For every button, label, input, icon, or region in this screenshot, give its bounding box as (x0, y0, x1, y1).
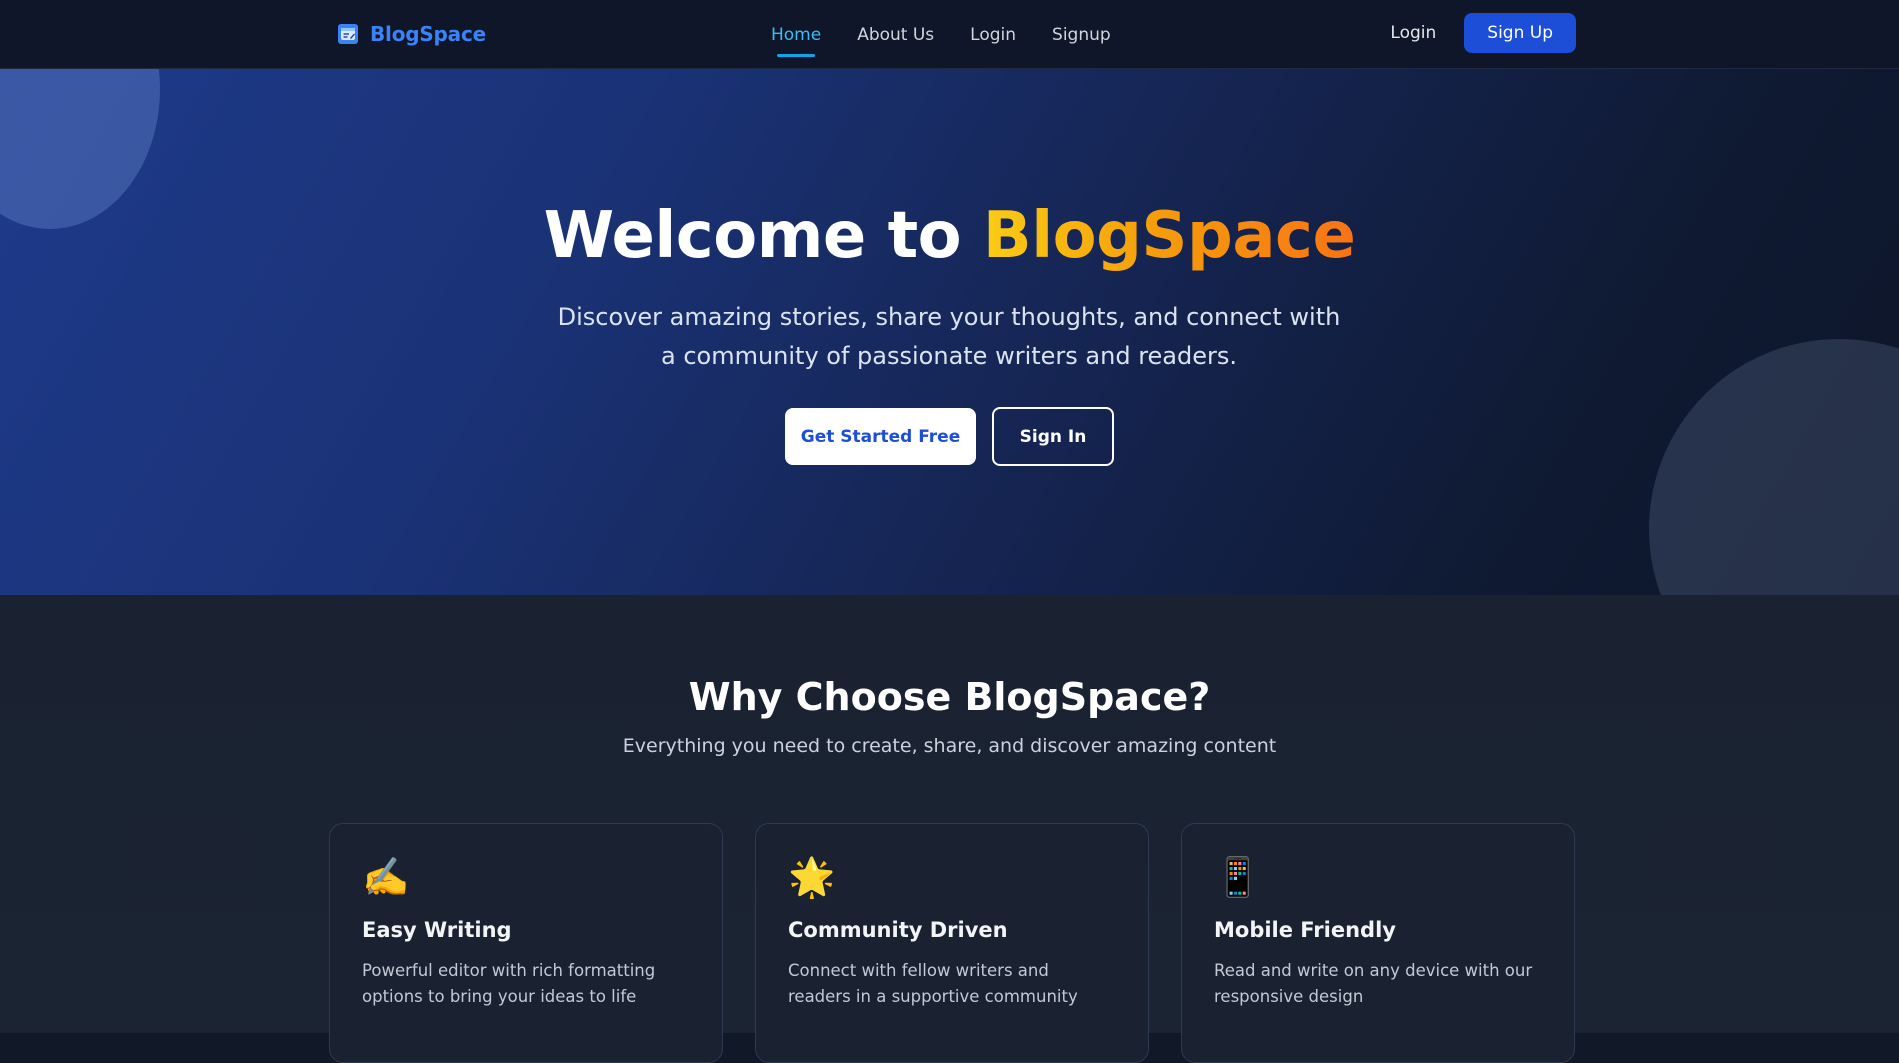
hero-title-prefix: Welcome to (543, 199, 983, 273)
nav-link-signup[interactable]: Signup (1052, 21, 1111, 49)
get-started-button[interactable]: Get Started Free (785, 408, 976, 465)
feature-card-description: Powerful editor with rich formatting opt… (362, 961, 656, 1006)
feature-card-description: Read and write on any device with our re… (1214, 961, 1533, 1006)
header-signup-button[interactable]: Sign Up (1464, 13, 1576, 53)
feature-cards: ✍️ Easy Writing Powerful editor with ric… (329, 823, 1575, 1063)
brand-logo-link[interactable]: BlogSpace (338, 19, 486, 49)
feature-card-title: Community Driven (788, 918, 1008, 942)
star-icon: 🌟 (788, 855, 836, 899)
header-login-button[interactable]: Login (1390, 23, 1436, 43)
features-section: Why Choose BlogSpace? Everything you nee… (0, 595, 1899, 1063)
feature-card-title: Mobile Friendly (1214, 918, 1396, 942)
features-subtitle: Everything you need to create, share, an… (622, 735, 1277, 757)
feature-card-easy-writing: ✍️ Easy Writing Powerful editor with ric… (329, 823, 723, 1063)
sign-in-button[interactable]: Sign In (992, 407, 1114, 466)
navbar: BlogSpace Home About Us Login Signup Log… (0, 0, 1899, 69)
nav-link-about-us[interactable]: About Us (857, 21, 934, 49)
writing-hand-icon: ✍️ (362, 855, 410, 899)
nav-actions: Login Sign Up (1390, 13, 1576, 53)
mobile-phone-icon: 📱 (1214, 855, 1262, 899)
nav-link-home[interactable]: Home (771, 21, 821, 57)
decorative-circle-bottom-right (1649, 339, 1899, 595)
hero-title: Welcome to BlogSpace (0, 199, 1899, 273)
feature-card-community-driven: 🌟 Community Driven Connect with fellow w… (755, 823, 1149, 1063)
hero-actions: Get Started Free Sign In (0, 407, 1899, 466)
hero-subtitle: Discover amazing stories, share your tho… (557, 303, 1341, 370)
feature-card-mobile-friendly: 📱 Mobile Friendly Read and write on any … (1181, 823, 1575, 1063)
hero-section: Welcome to BlogSpace Discover amazing st… (0, 69, 1899, 595)
blog-logo-icon (338, 24, 358, 44)
features-title: Why Choose BlogSpace? (688, 675, 1211, 719)
feature-card-title: Easy Writing (362, 918, 512, 942)
hero-title-accent: BlogSpace (982, 199, 1356, 273)
feature-card-description: Connect with fellow writers and readers … (788, 961, 1078, 1006)
main-nav: Home About Us Login Signup (771, 0, 1111, 69)
brand-name: BlogSpace (370, 22, 486, 46)
nav-link-login[interactable]: Login (970, 21, 1016, 49)
